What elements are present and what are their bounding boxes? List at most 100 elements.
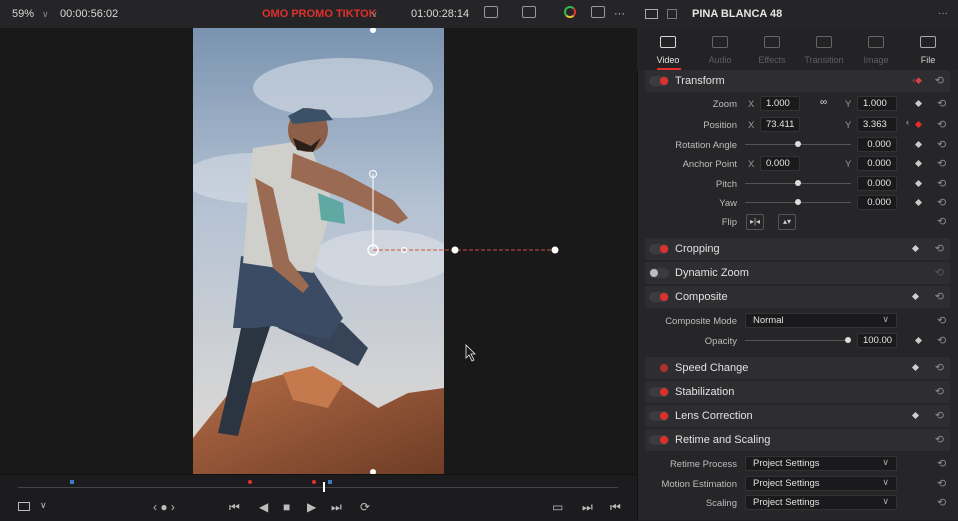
reset-icon[interactable]: ⟲ (937, 177, 946, 190)
go-to-end-icon[interactable]: ⏭ (331, 500, 342, 515)
reset-icon[interactable]: ⟲ (935, 409, 944, 422)
reset-icon[interactable]: ⟲ (937, 118, 946, 131)
opacity-field[interactable]: 100.00 (857, 333, 897, 348)
composite-toggle[interactable] (649, 292, 669, 302)
keyframe-marker[interactable] (248, 480, 252, 484)
section-lens-correction[interactable]: Lens Correction ⟲ (645, 405, 950, 427)
scrub-track[interactable] (18, 487, 618, 488)
reset-icon[interactable]: ⟲ (935, 266, 944, 279)
marker[interactable] (70, 480, 74, 484)
keyframe-prev-icon[interactable]: ‹ (906, 117, 909, 127)
flip-vertical-icon[interactable]: ▴▾ (778, 214, 796, 230)
section-dynamic-zoom[interactable]: Dynamic Zoom ⟲ (645, 262, 950, 284)
match-frame-icon[interactable]: ▭ (552, 500, 563, 514)
inspector-more-icon[interactable]: ··· (938, 8, 948, 19)
stop-icon[interactable]: ■ (283, 500, 290, 514)
viewer-mode-icon[interactable] (484, 6, 498, 18)
section-retime-scaling[interactable]: Retime and Scaling ⟲ (645, 429, 950, 451)
tab-file[interactable]: File (902, 30, 954, 70)
tab-effects[interactable]: Effects (746, 30, 798, 70)
reset-icon[interactable]: ⟲ (935, 361, 944, 374)
marker[interactable] (328, 480, 332, 484)
stabilization-toggle[interactable] (649, 387, 669, 397)
retime-process-dropdown[interactable]: Project Settings ∨ (745, 456, 897, 471)
motion-estimation-dropdown[interactable]: Project Settings ∨ (745, 476, 897, 491)
section-cropping[interactable]: Cropping ⟲ (645, 238, 950, 260)
reset-icon[interactable]: ⟲ (937, 314, 946, 327)
section-composite[interactable]: Composite ⟲ (645, 286, 950, 308)
slider-knob[interactable] (795, 199, 801, 205)
cropping-toggle[interactable] (649, 244, 669, 254)
reset-icon[interactable]: ⟲ (937, 196, 946, 209)
reset-icon[interactable]: ⟲ (937, 138, 946, 151)
color-wheel-icon[interactable] (564, 6, 576, 18)
slider-knob[interactable] (795, 141, 801, 147)
reset-icon[interactable]: ⟲ (935, 74, 944, 87)
zoom-chevron-icon[interactable]: ∨ (42, 9, 49, 20)
slider-knob[interactable] (795, 180, 801, 186)
reset-icon[interactable]: ⟲ (937, 457, 946, 470)
reset-icon[interactable]: ⟲ (937, 157, 946, 170)
section-transform[interactable]: Transform ‹◆ ⟲ (645, 70, 950, 92)
reset-icon[interactable]: ⟲ (937, 97, 946, 110)
motion-path-handle[interactable] (551, 246, 559, 254)
safe-area-icon[interactable] (18, 502, 30, 511)
transform-overlay[interactable] (0, 28, 637, 474)
timeline-name[interactable]: OMO PROMO TIKTOK (262, 8, 377, 20)
reset-icon[interactable]: ⟲ (937, 215, 946, 228)
tab-audio[interactable]: Audio (694, 30, 746, 70)
rotation-field[interactable]: 0.000 (857, 137, 897, 152)
section-stabilization[interactable]: Stabilization ⟲ (645, 381, 950, 403)
reset-icon[interactable]: ⟲ (935, 433, 944, 446)
split-view-icon[interactable] (667, 9, 677, 19)
reset-icon[interactable]: ⟲ (935, 385, 944, 398)
keyframe-marker[interactable] (312, 480, 316, 484)
keyframe-nav-icon[interactable]: ‹◆ (912, 75, 922, 86)
yaw-field[interactable]: 0.000 (857, 195, 897, 210)
pitch-field[interactable]: 0.000 (857, 176, 897, 191)
nudge-keyframe-icon[interactable]: ‹ ● › (153, 500, 175, 514)
dynamic-zoom-toggle[interactable] (649, 268, 669, 278)
play-reverse-icon[interactable]: ◀ (259, 500, 268, 514)
reset-icon[interactable]: ⟲ (937, 334, 946, 347)
playhead[interactable] (323, 482, 325, 492)
clip-display-icon[interactable] (522, 6, 536, 18)
loop-icon[interactable]: ⟳ (360, 500, 370, 514)
keyframe-point-handle[interactable] (451, 246, 459, 254)
fullscreen-icon[interactable] (591, 6, 605, 18)
reset-icon[interactable]: ⟲ (935, 242, 944, 255)
keyframe-diamond-icon[interactable] (911, 292, 920, 301)
opacity-slider[interactable] (745, 340, 851, 341)
slider-knob[interactable] (845, 337, 851, 343)
timeline-chevron-icon[interactable]: ∨ (371, 9, 378, 20)
next-edit-icon[interactable]: ⏭ (582, 500, 593, 515)
retime-scaling-toggle[interactable] (649, 435, 669, 445)
zoom-y-field[interactable]: 1.000 (857, 96, 897, 111)
safe-area-chevron-icon[interactable]: ∨ (40, 500, 47, 511)
flip-horizontal-icon[interactable]: ▸|◂ (746, 214, 764, 230)
tab-video[interactable]: Video (642, 30, 694, 70)
link-icon[interactable]: ∞ (820, 97, 827, 108)
zoom-level[interactable]: 59% (12, 8, 34, 20)
transform-toggle[interactable] (649, 76, 669, 86)
reset-icon[interactable]: ⟲ (935, 290, 944, 303)
play-icon[interactable]: ▶ (307, 500, 316, 514)
scaling-dropdown[interactable]: Project Settings ∨ (745, 495, 897, 510)
lens-correction-toggle[interactable] (649, 411, 669, 421)
keyframe-diamond-icon[interactable] (911, 363, 920, 372)
composite-mode-dropdown[interactable]: Normal ∨ (745, 313, 897, 328)
keyframe-diamond-icon[interactable] (911, 244, 920, 253)
zoom-x-field[interactable]: 1.000 (760, 96, 800, 111)
reset-icon[interactable]: ⟲ (937, 496, 946, 509)
section-speed-change[interactable]: Speed Change ⟲ (645, 357, 950, 379)
last-frame-icon[interactable]: ⏮ (610, 500, 621, 515)
reset-icon[interactable]: ⟲ (937, 477, 946, 490)
position-y-field[interactable]: 3.363 (857, 117, 897, 132)
tab-transition[interactable]: Transition (798, 30, 850, 70)
position-x-field[interactable]: 73.411 (760, 117, 800, 132)
keyframe-diamond-icon[interactable] (911, 411, 920, 420)
go-to-start-icon[interactable]: ⏮ (229, 500, 240, 515)
anchor-y-field[interactable]: 0.000 (857, 156, 897, 171)
anchor-x-field[interactable]: 0.000 (760, 156, 800, 171)
tab-image[interactable]: Image (850, 30, 902, 70)
